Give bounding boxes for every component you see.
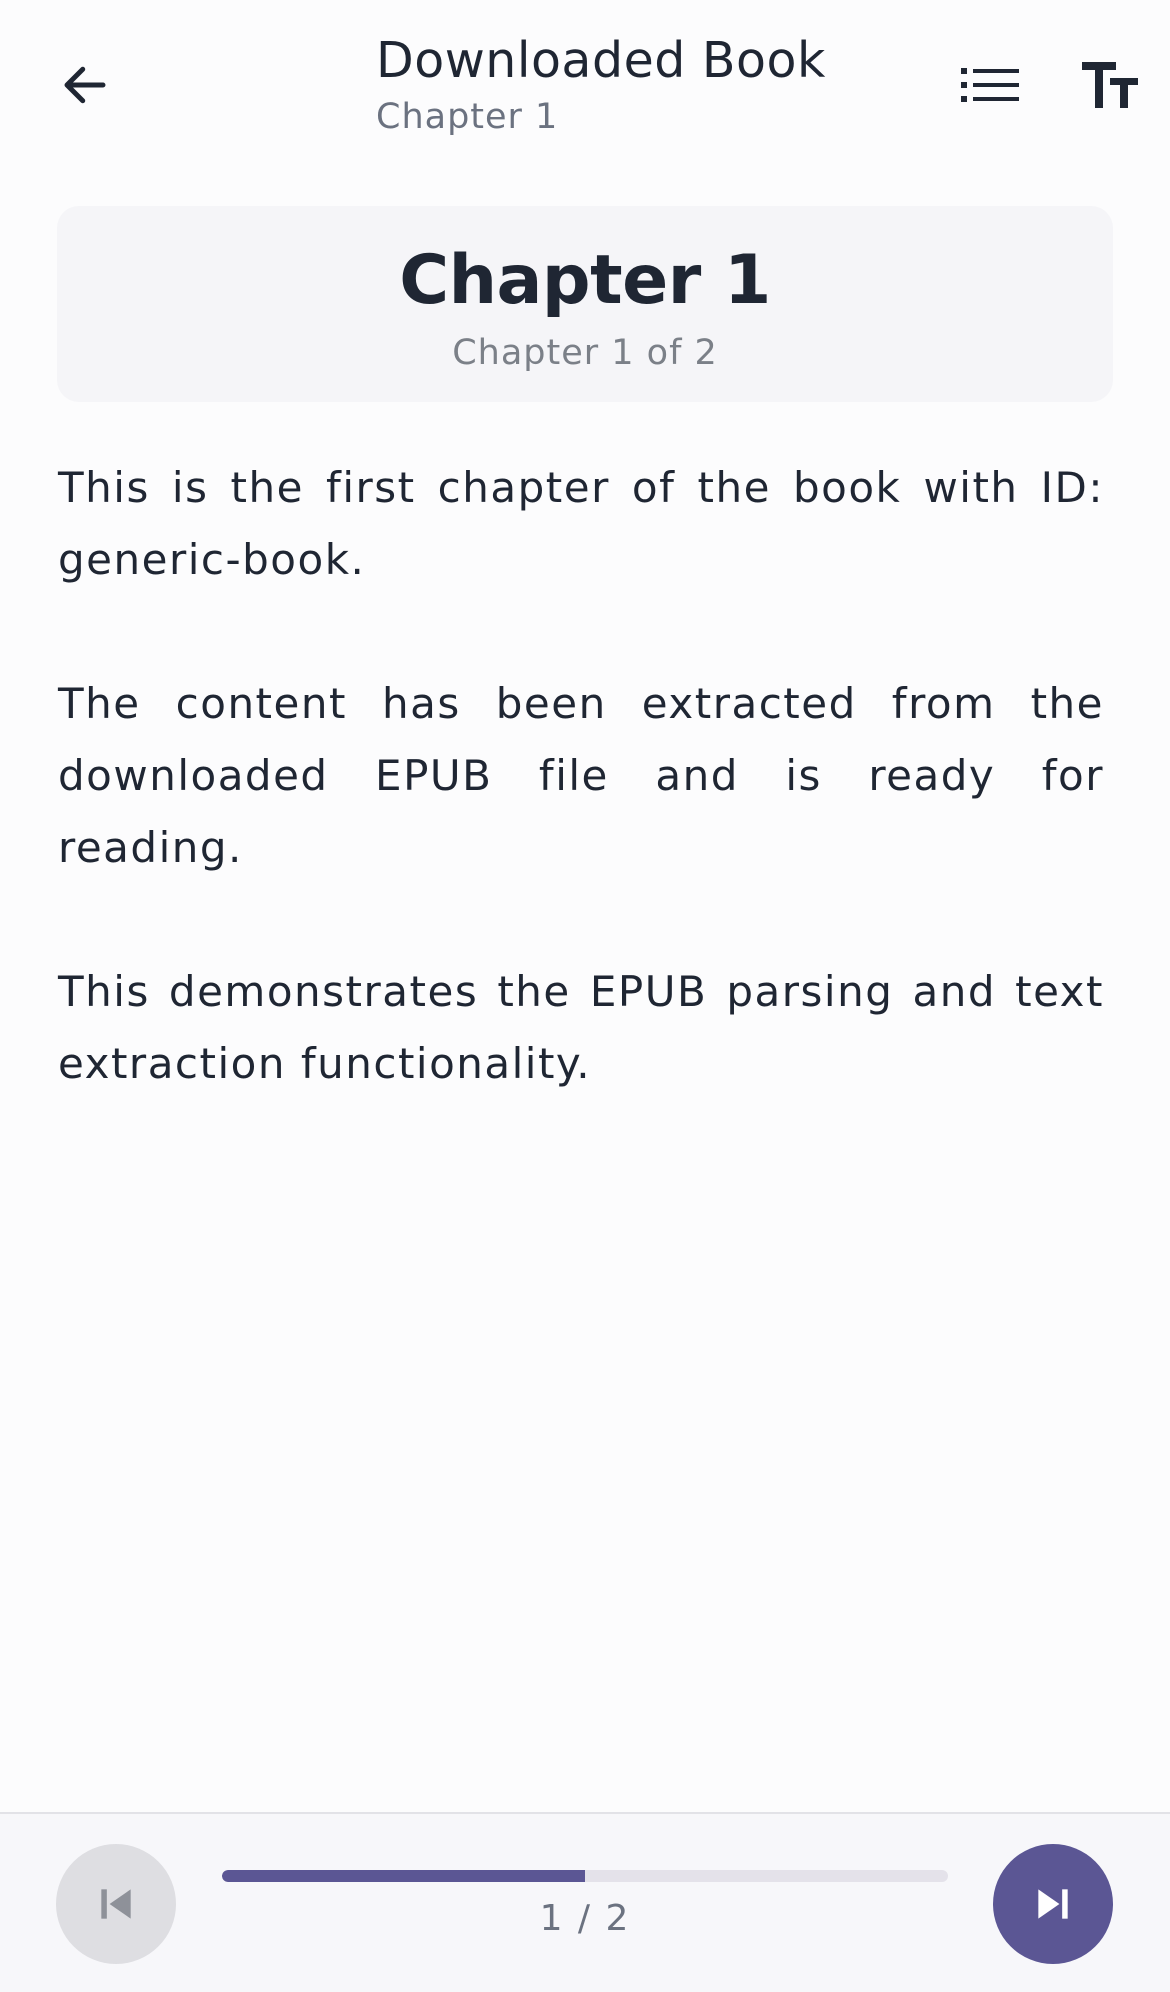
- list-icon: [961, 68, 1019, 102]
- next-chapter-button[interactable]: [993, 1844, 1113, 1964]
- font-settings-button[interactable]: [1075, 50, 1145, 120]
- skip-next-icon: [1038, 1889, 1068, 1919]
- content-paragraph: This demonstrates the EPUB parsing and t…: [58, 967, 1104, 1088]
- page-indicator: 1 / 2: [539, 1898, 631, 1939]
- arrow-left-icon: [64, 66, 106, 104]
- chapter-progress-label: Chapter 1 of 2: [452, 333, 718, 373]
- book-subtitle: Chapter 1: [376, 97, 559, 137]
- chapter-content: This is the first chapter of the book wi…: [58, 452, 1104, 1172]
- chapter-header-card: Chapter 1 Chapter 1 of 2: [57, 206, 1113, 402]
- header-title-block: Downloaded Book Chapter 1: [376, 28, 826, 140]
- skip-previous-icon: [101, 1889, 131, 1919]
- reader-screen: Downloaded Book Chapter 1 Chapter 1 Chap…: [0, 0, 1170, 1992]
- content-paragraph: The content has been extracted from the …: [58, 679, 1104, 872]
- reader-header: Downloaded Book Chapter 1: [0, 0, 1170, 170]
- table-of-contents-button[interactable]: [955, 55, 1025, 115]
- content-paragraph: This is the first chapter of the book wi…: [58, 463, 1104, 584]
- reader-navigation-bar: 1 / 2: [0, 1812, 1170, 1992]
- previous-chapter-button[interactable]: [56, 1844, 176, 1964]
- text-size-icon: [1082, 62, 1138, 108]
- book-title: Downloaded Book: [376, 32, 826, 89]
- back-button[interactable]: [50, 50, 120, 120]
- reading-progress-fill: [222, 1870, 585, 1882]
- chapter-heading: Chapter 1: [399, 241, 771, 320]
- reading-progress-bar: [222, 1870, 948, 1882]
